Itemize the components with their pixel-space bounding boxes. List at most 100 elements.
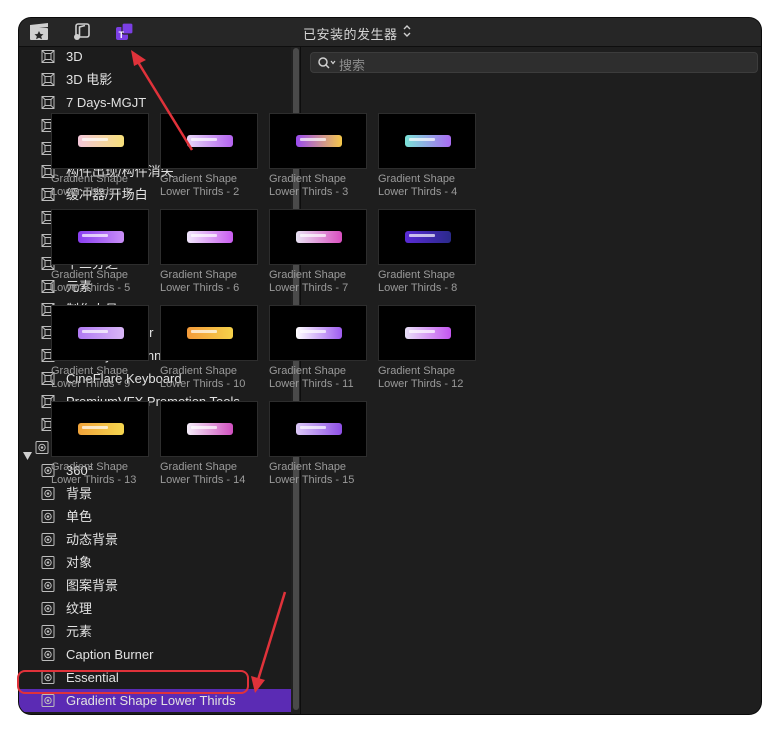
lower-third-preview: [296, 135, 342, 147]
tile-caption-line1: Gradient Shape: [160, 365, 238, 377]
app-window: T 已安装的发生器 3D3D 电影7 Days-MGJT360°动态字幕构件出现…: [19, 18, 761, 714]
sidebar-item[interactable]: 7 Days-MGJT: [19, 91, 291, 114]
lower-third-preview: [78, 423, 124, 435]
sidebar-item-label: 单色: [66, 509, 93, 524]
tile-caption: Gradient Shape Lower Thirds - 2: [160, 173, 260, 199]
search-icon: [317, 56, 337, 70]
generator-tile[interactable]: Gradient Shape Lower Thirds - 11: [269, 305, 369, 391]
sidebar-item[interactable]: 动态背景: [19, 528, 291, 551]
generator-icon: [41, 487, 55, 500]
tile-caption-line2: Lower Thirds - 14: [160, 474, 246, 486]
sidebar-item[interactable]: 元素: [19, 620, 291, 643]
lower-third-preview: [296, 423, 342, 435]
generator-tile[interactable]: Gradient Shape Lower Thirds - 7: [269, 209, 369, 295]
svg-text:T: T: [119, 30, 125, 40]
generator-icon: [41, 510, 55, 523]
sidebar-item[interactable]: 对象: [19, 551, 291, 574]
tile-caption-line1: Gradient Shape: [160, 461, 238, 473]
tile-caption-line1: Gradient Shape: [378, 365, 456, 377]
tile-caption: Gradient Shape Lower Thirds - 11: [269, 365, 369, 391]
tile-caption: Gradient Shape Lower Thirds - 15: [269, 461, 369, 487]
generator-tile[interactable]: Gradient Shape Lower Thirds - 12: [378, 305, 478, 391]
sidebar-item[interactable]: 纹理: [19, 597, 291, 620]
sidebar-item-label: 3D: [66, 49, 83, 64]
tile-caption-line2: Lower Thirds - 11: [269, 378, 354, 390]
clapper-star-icon[interactable]: [28, 22, 50, 42]
lower-third-preview: [296, 327, 342, 339]
tile-caption-line2: Lower Thirds - 1: [51, 186, 131, 198]
lower-third-preview: [187, 135, 233, 147]
lower-third-preview: [405, 327, 451, 339]
generator-tile[interactable]: Gradient Shape Lower Thirds - 2: [160, 113, 260, 199]
generator-icon: [41, 625, 55, 638]
tile-caption-line1: Gradient Shape: [269, 461, 347, 473]
sidebar-item-label: 3D 电影: [66, 72, 113, 87]
tile-caption: Gradient Shape Lower Thirds - 14: [160, 461, 260, 487]
highlight-ring: [17, 670, 249, 694]
tile-caption-line1: Gradient Shape: [160, 173, 238, 185]
tile-caption-line1: Gradient Shape: [51, 365, 129, 377]
tile-caption-line2: Lower Thirds - 15: [269, 474, 355, 486]
generator-browser: 搜索 Gradient Shape Lower Thirds - 1 Gradien…: [51, 47, 761, 714]
tile-thumbnail: [51, 305, 149, 361]
generator-tile[interactable]: Gradient Shape Lower Thirds - 14: [160, 401, 260, 487]
tile-thumbnail: [269, 401, 367, 457]
generator-icon: [41, 648, 55, 661]
generator-tile[interactable]: Gradient Shape Lower Thirds - 8: [378, 209, 478, 295]
generator-tile[interactable]: Gradient Shape Lower Thirds - 3: [269, 113, 369, 199]
tile-caption-line1: Gradient Shape: [378, 173, 456, 185]
sidebar-item-label: 纹理: [66, 601, 93, 616]
generator-tile[interactable]: Gradient Shape Lower Thirds - 6: [160, 209, 260, 295]
lower-third-preview: [405, 135, 451, 147]
tile-caption: Gradient Shape Lower Thirds - 8: [378, 269, 478, 295]
tile-caption: Gradient Shape Lower Thirds - 5: [51, 269, 151, 295]
tile-caption: Gradient Shape Lower Thirds - 7: [269, 269, 369, 295]
lower-third-preview: [78, 231, 124, 243]
title-category-icon: [41, 96, 55, 109]
generator-tile[interactable]: Gradient Shape Lower Thirds - 5: [51, 209, 151, 295]
music-photo-icon[interactable]: [70, 22, 92, 42]
generator-tile[interactable]: Gradient Shape Lower Thirds - 10: [160, 305, 260, 391]
title-category-icon: [41, 50, 55, 63]
tile-caption-line2: Lower Thirds - 4: [378, 186, 458, 198]
tile-caption: Gradient Shape Lower Thirds - 13: [51, 461, 151, 487]
generator-icon: [41, 602, 55, 615]
lower-third-preview: [187, 327, 233, 339]
generator-icon: [41, 579, 55, 592]
tile-caption-line2: Lower Thirds - 7: [269, 282, 349, 294]
library-title[interactable]: 已安装的发生器: [303, 24, 398, 43]
generator-tile[interactable]: Gradient Shape Lower Thirds - 1: [51, 113, 151, 199]
generator-tile[interactable]: Gradient Shape Lower Thirds - 13: [51, 401, 151, 487]
generator-tile[interactable]: Gradient Shape Lower Thirds - 4: [378, 113, 478, 199]
sidebar-item[interactable]: 图案背景: [19, 574, 291, 597]
sidebar-item[interactable]: Caption Burner: [19, 643, 291, 666]
tile-caption-line2: Lower Thirds - 12: [378, 378, 464, 390]
browser-toolbar: T 已安装的发生器: [19, 18, 761, 47]
sidebar-item[interactable]: 3D 电影: [19, 68, 291, 91]
lower-third-preview: [78, 135, 124, 147]
generator-tile[interactable]: Gradient Shape Lower Thirds - 9: [51, 305, 151, 391]
lower-third-preview: [405, 231, 451, 243]
generator-icon: [41, 556, 55, 569]
search-field[interactable]: 搜索: [310, 52, 758, 73]
tile-caption: Gradient Shape Lower Thirds - 3: [269, 173, 369, 199]
disclosure-triangle-icon[interactable]: [23, 444, 32, 460]
titles-generators-icon[interactable]: T: [113, 22, 135, 42]
search-placeholder: 搜索: [339, 58, 366, 73]
tile-thumbnail: [378, 113, 476, 169]
generator-tile[interactable]: Gradient Shape Lower Thirds - 15: [269, 401, 369, 487]
tile-thumbnail: [269, 113, 367, 169]
tile-thumbnail: [269, 209, 367, 265]
tile-caption-line1: Gradient Shape: [160, 269, 238, 281]
lower-third-preview: [296, 231, 342, 243]
tile-caption-line2: Lower Thirds - 10: [160, 378, 246, 390]
tile-caption-line1: Gradient Shape: [378, 269, 456, 281]
sidebar-item[interactable]: 单色: [19, 505, 291, 528]
tile-caption-line1: Gradient Shape: [51, 173, 129, 185]
lower-third-preview: [78, 327, 124, 339]
tile-caption-line2: Lower Thirds - 2: [160, 186, 240, 198]
sidebar-item[interactable]: 3D: [19, 47, 291, 68]
chevron-updown-icon[interactable]: [402, 23, 412, 39]
tile-caption-line2: Lower Thirds - 8: [378, 282, 458, 294]
sidebar-item-label: Caption Burner: [66, 647, 154, 662]
